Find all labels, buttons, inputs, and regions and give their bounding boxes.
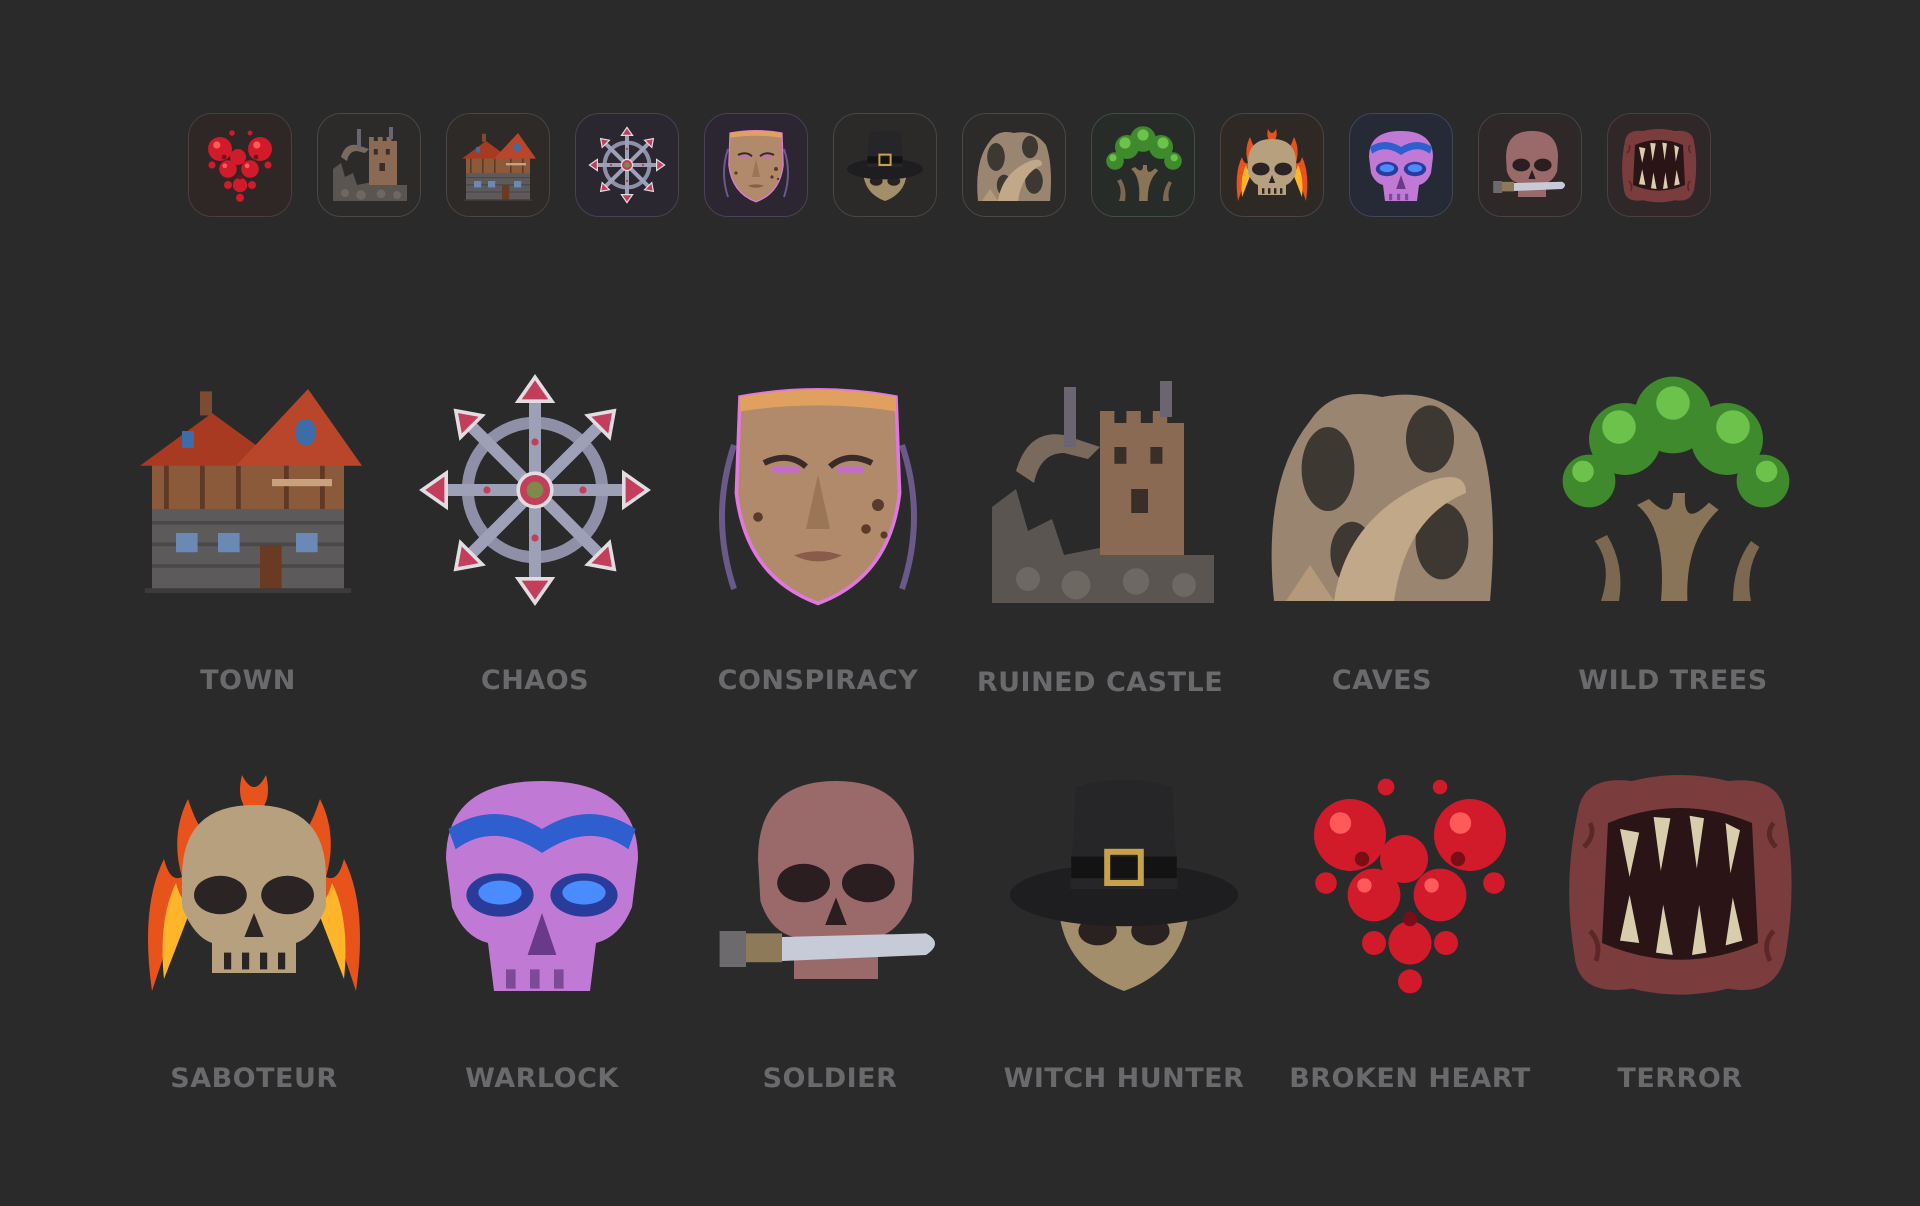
- grid-item-label: WITCH HUNTER: [1003, 1063, 1245, 1094]
- warlock-icon: [422, 763, 662, 1003]
- caves-icon: [1262, 373, 1502, 613]
- grid-item-warlock[interactable]: WARLOCK: [402, 763, 682, 1094]
- grid-item-saboteur[interactable]: SABOTEUR: [114, 763, 394, 1094]
- grid-item-conspiracy[interactable]: CONSPIRACY: [678, 373, 958, 696]
- soldier-icon: [710, 763, 950, 1003]
- grid-item-terror[interactable]: TERROR: [1540, 763, 1820, 1094]
- town-icon: [128, 365, 368, 605]
- grid-item-label: TOWN: [200, 665, 296, 696]
- grid-item-ruined-castle[interactable]: RUINED CASTLE: [960, 375, 1240, 698]
- grid-item-chaos[interactable]: CHAOS: [395, 370, 675, 696]
- grid-item-label: SABOTEUR: [170, 1063, 338, 1094]
- grid-item-broken-heart[interactable]: BROKEN HEART: [1270, 763, 1550, 1094]
- grid-item-label: CONSPIRACY: [717, 665, 919, 696]
- grid-item-caves[interactable]: CAVES: [1242, 373, 1522, 696]
- grid-item-town[interactable]: TOWN: [108, 365, 388, 696]
- grid-item-label: CHAOS: [480, 665, 590, 696]
- chaos-icon: [415, 370, 655, 610]
- grid-item-label: RUINED CASTLE: [976, 667, 1224, 698]
- grid-item-label: CAVES: [1331, 665, 1433, 696]
- grid-item-witch-hunter[interactable]: WITCH HUNTER: [984, 763, 1264, 1094]
- grid-item-label: BROKEN HEART: [1289, 1063, 1531, 1094]
- saboteur-icon: [134, 763, 374, 1003]
- grid-item-label: SOLDIER: [762, 1063, 898, 1094]
- conspiracy-icon: [698, 373, 938, 613]
- wild-trees-icon: [1553, 373, 1793, 613]
- grid-item-soldier[interactable]: SOLDIER: [690, 763, 970, 1094]
- terror-icon: [1560, 763, 1800, 1003]
- witch-hunter-icon: [1004, 763, 1244, 1003]
- grid-item-label: TERROR: [1617, 1063, 1743, 1094]
- grid-item-wild-trees[interactable]: WILD TREES: [1533, 373, 1813, 696]
- icon-gallery-page: TOWN CHAOS CONSPIRACY RUINED CASTLE CAVE…: [0, 0, 1920, 1206]
- grid-item-label: WILD TREES: [1578, 665, 1768, 696]
- ruined-castle-icon: [980, 375, 1220, 615]
- broken-heart-icon: [1290, 763, 1530, 1003]
- grid-item-label: WARLOCK: [465, 1063, 619, 1094]
- icon-grid: TOWN CHAOS CONSPIRACY RUINED CASTLE CAVE…: [0, 0, 1920, 1206]
